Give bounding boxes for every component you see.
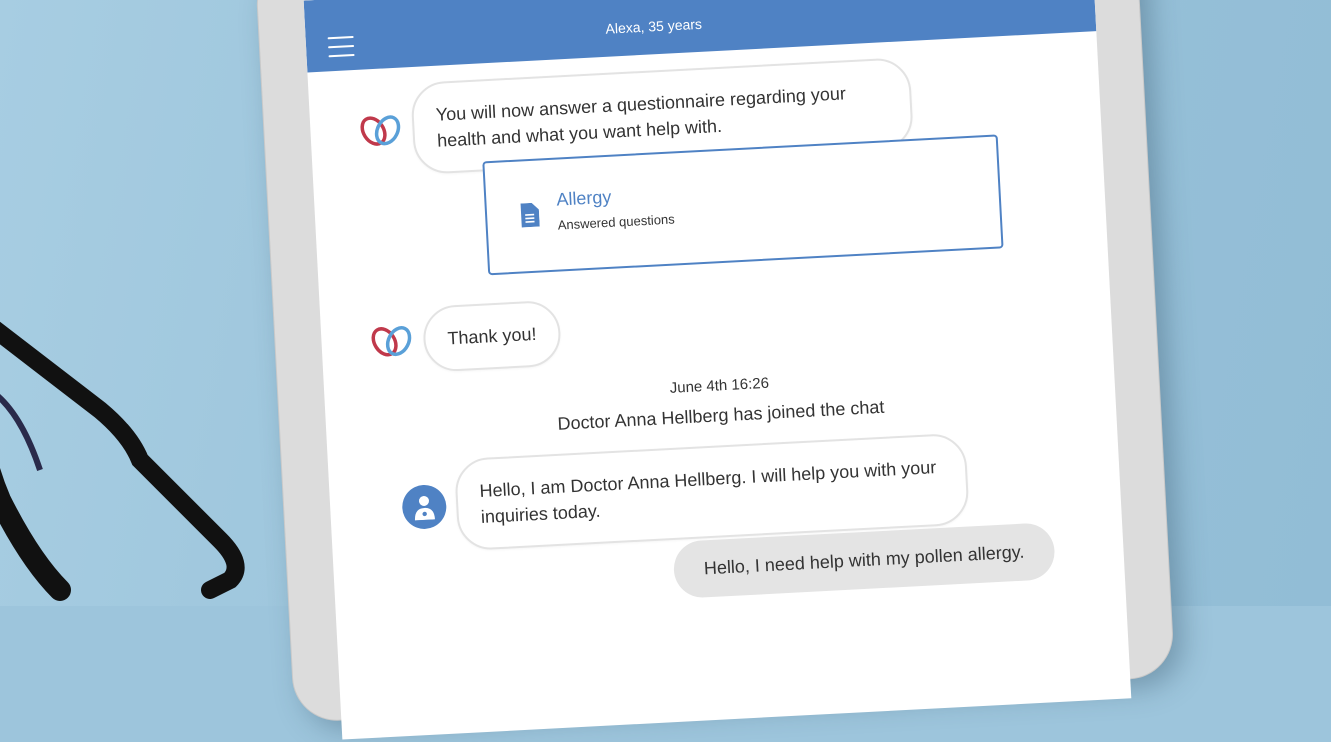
card-subtitle: Answered questions: [557, 211, 676, 233]
document-icon: [520, 202, 540, 228]
bot-thanks-bubble: Thank you!: [421, 299, 563, 373]
doctor-icon: [414, 495, 435, 521]
eyeglasses-decoration: [0, 321, 245, 601]
hamburger-menu-icon[interactable]: [327, 36, 355, 58]
app-header: Alexa, 35 years: [303, 0, 1097, 73]
bot-message-row: Thank you!: [368, 299, 563, 376]
doctor-avatar: [401, 483, 448, 531]
tablet-device: Alexa, 35 years You will now answer a qu…: [255, 0, 1175, 740]
card-title: Allergy: [555, 186, 612, 210]
clinic-logo-icon: [360, 115, 401, 146]
patient-label: Alexa, 35 years: [605, 15, 703, 37]
app-screen: Alexa, 35 years You will now answer a qu…: [303, 0, 1132, 740]
clinic-logo-icon: [371, 326, 412, 357]
